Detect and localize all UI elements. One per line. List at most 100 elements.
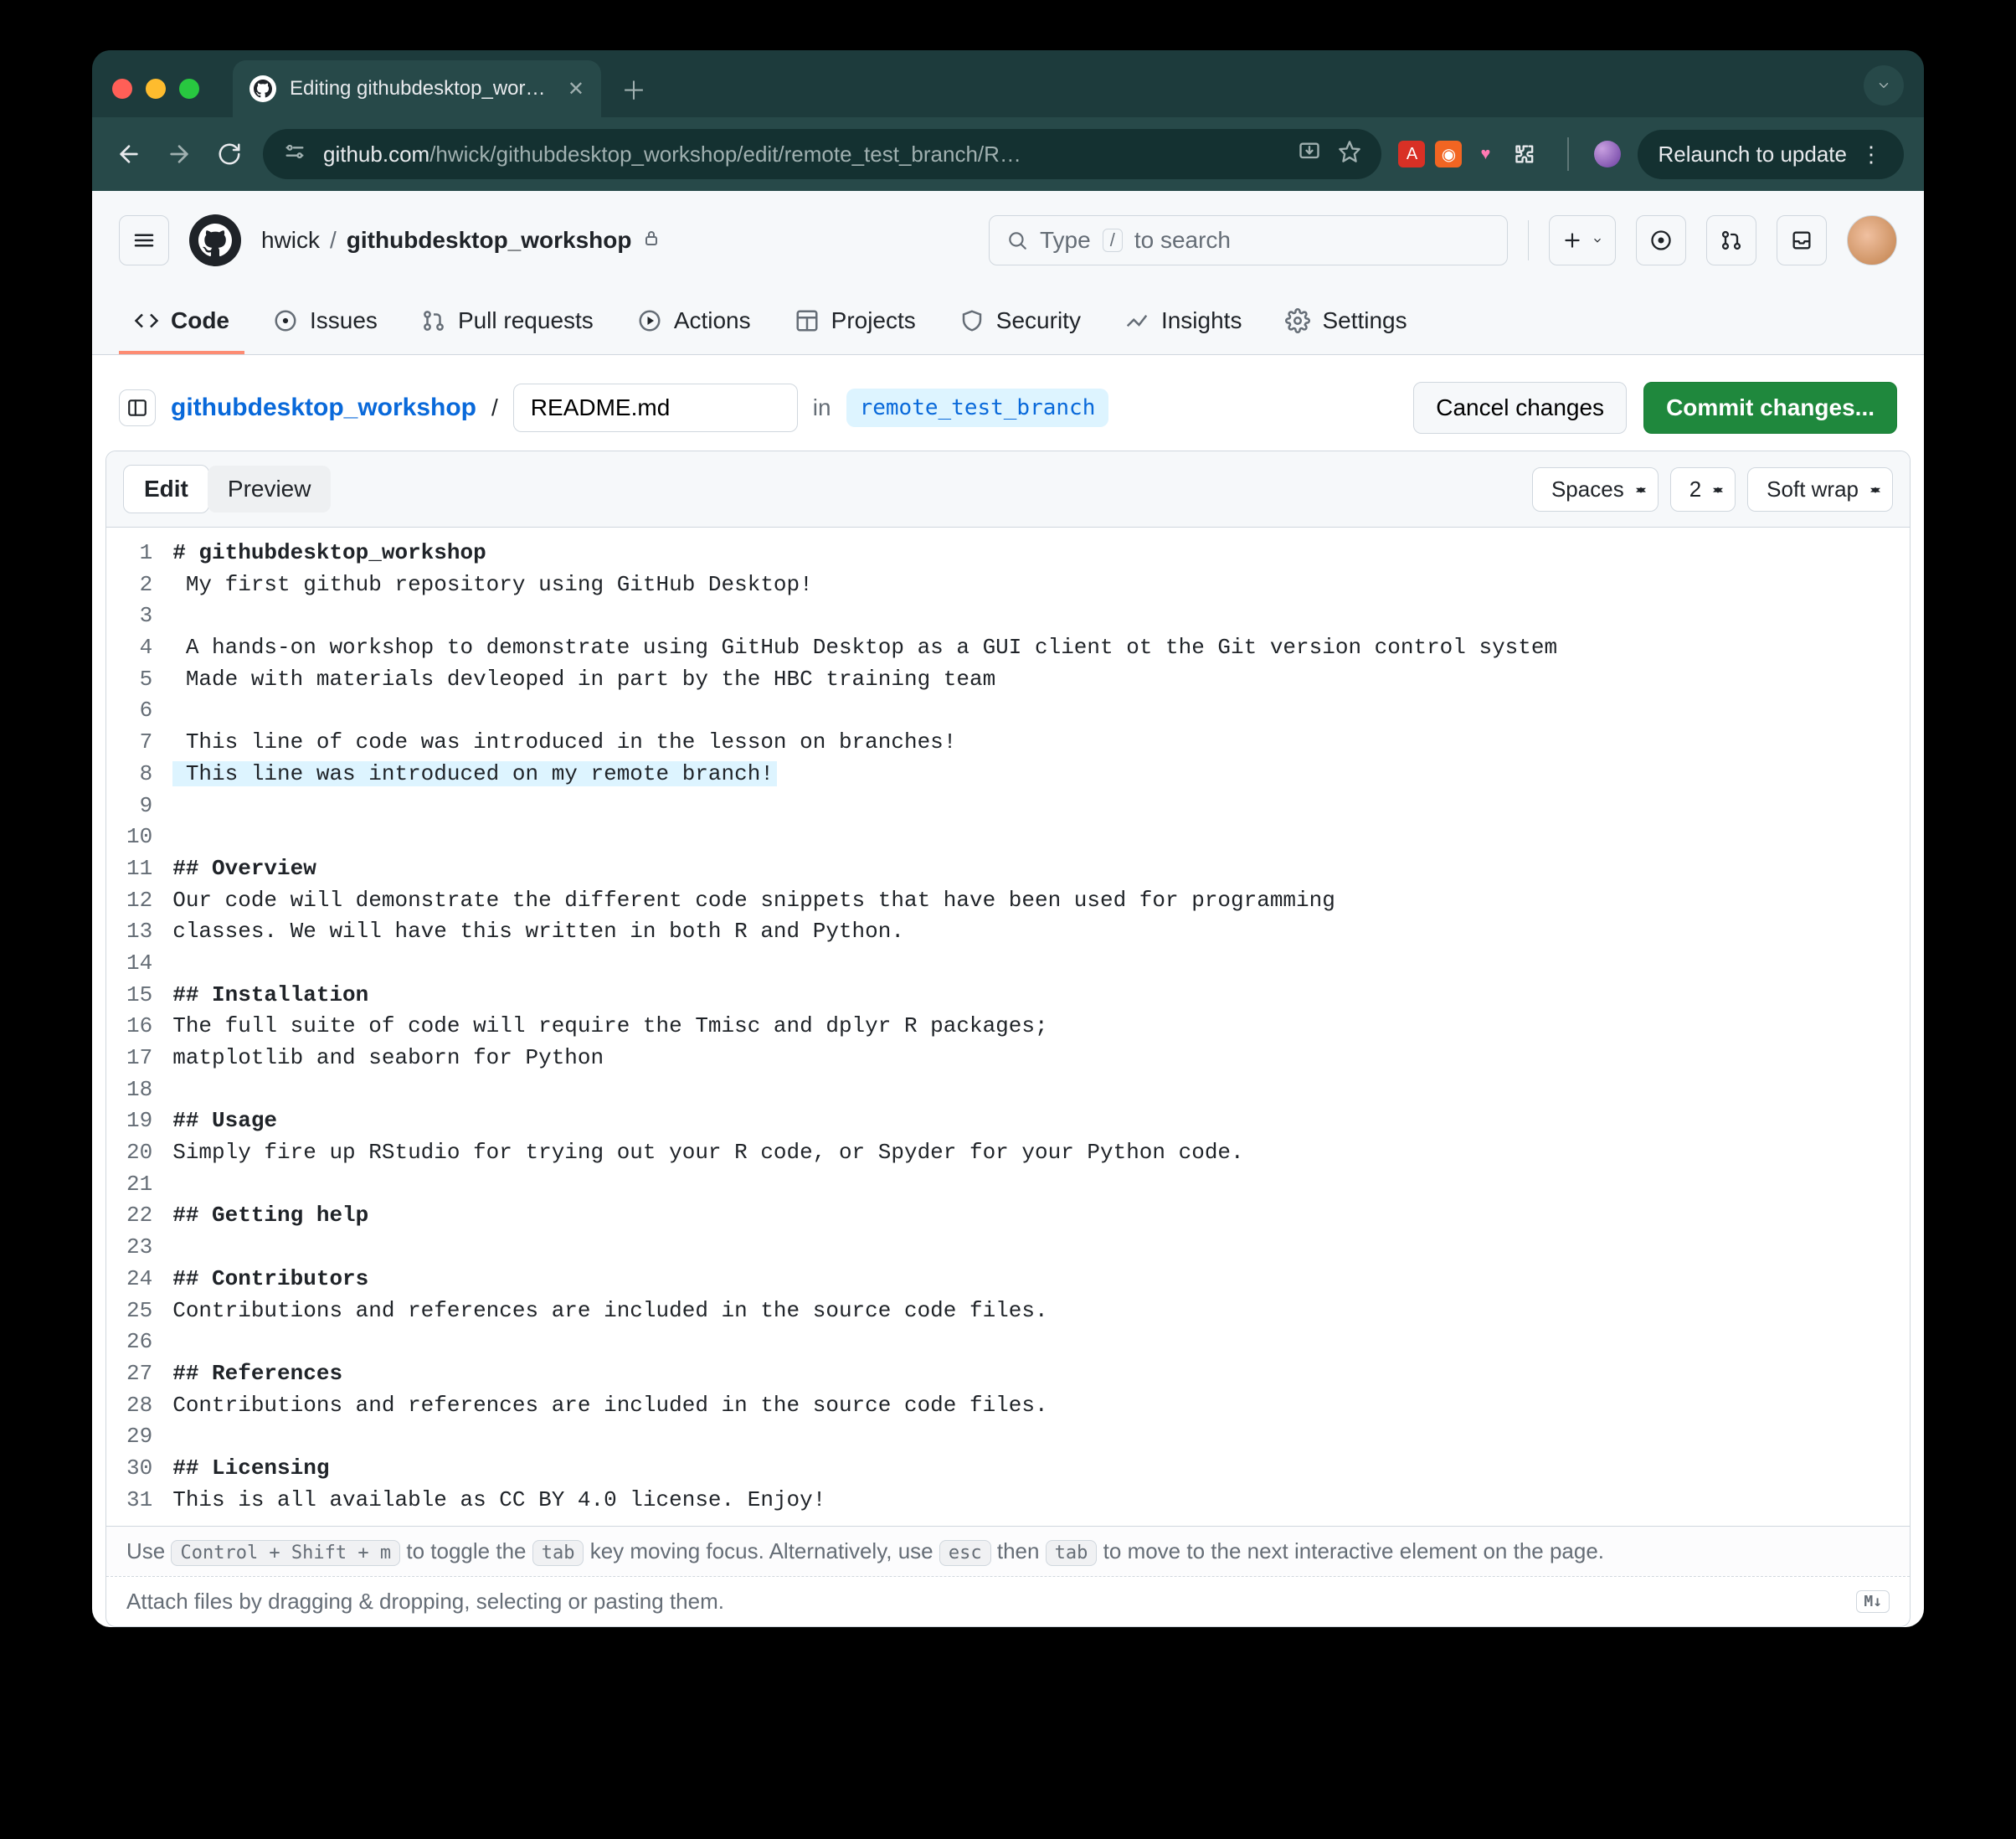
- editor-header: githubdesktop_workshop / in remote_test_…: [92, 355, 1924, 451]
- extension-ublock-icon[interactable]: ◉: [1435, 141, 1462, 167]
- repo-breadcrumb: hwick / githubdesktop_workshop: [261, 227, 661, 254]
- hint-mid3: then: [997, 1538, 1046, 1563]
- kbd-esc: esc: [939, 1540, 991, 1566]
- hint-mid2: key moving focus. Alternatively, use: [590, 1538, 939, 1563]
- code-lines[interactable]: # githubdesktop_workshop My first github…: [166, 528, 1910, 1526]
- nav-insights-label: Insights: [1161, 307, 1242, 334]
- user-avatar[interactable]: [1847, 215, 1897, 265]
- nav-insights[interactable]: Insights: [1109, 291, 1257, 354]
- file-tree-toggle[interactable]: [119, 389, 156, 426]
- owner-link[interactable]: hwick: [261, 227, 320, 254]
- browser-toolbar: github.com/hwick/githubdesktop_workshop/…: [92, 117, 1924, 191]
- cancel-changes-button[interactable]: Cancel changes: [1413, 382, 1627, 434]
- repo-nav: Code Issues Pull requests Actions Projec…: [92, 291, 1924, 355]
- inbox-button[interactable]: [1777, 215, 1827, 265]
- lock-icon: [641, 227, 661, 254]
- breadcrumb-sep: /: [330, 227, 337, 254]
- url-domain: github.com: [323, 142, 429, 167]
- nav-pulls[interactable]: Pull requests: [406, 291, 609, 354]
- tab-overflow-button[interactable]: [1864, 65, 1904, 106]
- back-button[interactable]: [112, 137, 146, 171]
- extension-adobe-icon[interactable]: A: [1398, 141, 1425, 167]
- hint-mid1: to toggle the: [406, 1538, 532, 1563]
- repo-link[interactable]: githubdesktop_workshop: [347, 227, 632, 254]
- issues-shortcut-button[interactable]: [1636, 215, 1686, 265]
- page-content: hwick / githubdesktop_workshop Type / to…: [92, 191, 1924, 1627]
- extensions-puzzle-icon[interactable]: [1509, 137, 1542, 171]
- commit-changes-button[interactable]: Commit changes...: [1643, 382, 1897, 434]
- nav-issues[interactable]: Issues: [258, 291, 393, 354]
- nav-issues-label: Issues: [310, 307, 378, 334]
- new-menu-button[interactable]: [1549, 215, 1616, 265]
- hamburger-menu-button[interactable]: [119, 215, 169, 265]
- browser-tab[interactable]: Editing githubdesktop_works… ✕: [233, 60, 601, 117]
- tab-title: Editing githubdesktop_works…: [290, 77, 554, 100]
- hint-pre: Use: [126, 1538, 171, 1563]
- editor-box: Edit Preview Spaces 2 Soft wrap 12345678…: [105, 451, 1911, 1627]
- nav-pulls-label: Pull requests: [458, 307, 594, 334]
- browser-window: Editing githubdesktop_works… ✕ ＋ github.…: [92, 50, 1924, 1627]
- maximize-window-button[interactable]: [179, 79, 199, 99]
- url-text: github.com/hwick/githubdesktop_workshop/…: [323, 142, 1281, 167]
- install-app-icon[interactable]: [1298, 140, 1321, 169]
- close-window-button[interactable]: [112, 79, 132, 99]
- line-number-gutter: 1234567891011121314151617181920212223242…: [106, 528, 166, 1526]
- kebab-icon: ⋮: [1860, 142, 1884, 167]
- search-placeholder-pre: Type: [1040, 227, 1091, 254]
- hint-post: to move to the next interactive element …: [1103, 1538, 1604, 1563]
- breadcrumb-slash: /: [491, 394, 498, 421]
- github-favicon: [249, 75, 276, 102]
- kbd-shortcut-1: Control + Shift + m: [171, 1540, 400, 1566]
- nav-code[interactable]: Code: [119, 291, 244, 354]
- profile-avatar[interactable]: [1594, 141, 1621, 167]
- reload-button[interactable]: [213, 137, 246, 171]
- kbd-tab-1: tab: [532, 1540, 584, 1566]
- nav-actions[interactable]: Actions: [622, 291, 766, 354]
- nav-settings[interactable]: Settings: [1270, 291, 1422, 354]
- toolbar-separator: [1567, 137, 1569, 171]
- minimize-window-button[interactable]: [146, 79, 166, 99]
- github-logo[interactable]: [189, 214, 241, 266]
- tab-preview[interactable]: Preview: [208, 466, 332, 513]
- nav-actions-label: Actions: [674, 307, 751, 334]
- bookmark-star-icon[interactable]: [1338, 140, 1361, 169]
- wrap-mode-select[interactable]: Soft wrap: [1747, 467, 1893, 512]
- branch-chip[interactable]: remote_test_branch: [846, 389, 1109, 427]
- filename-input[interactable]: [513, 384, 798, 432]
- caret-down-icon: [1592, 234, 1603, 246]
- github-header: hwick / githubdesktop_workshop Type / to…: [92, 191, 1924, 291]
- slash-key: /: [1103, 229, 1123, 252]
- address-bar[interactable]: github.com/hwick/githubdesktop_workshop/…: [263, 129, 1381, 179]
- markdown-badge-icon[interactable]: M↓: [1856, 1590, 1890, 1613]
- nav-settings-label: Settings: [1322, 307, 1407, 334]
- extensions: A ◉ ♥: [1398, 137, 1542, 171]
- kbd-tab-2: tab: [1046, 1540, 1098, 1566]
- pull-requests-shortcut-button[interactable]: [1706, 215, 1756, 265]
- indent-mode-select[interactable]: Spaces: [1532, 467, 1659, 512]
- nav-projects[interactable]: Projects: [779, 291, 931, 354]
- site-info-icon[interactable]: [283, 140, 306, 169]
- nav-security-label: Security: [996, 307, 1081, 334]
- new-tab-button[interactable]: ＋: [621, 70, 646, 107]
- search-placeholder-post: to search: [1134, 227, 1231, 254]
- nav-projects-label: Projects: [831, 307, 916, 334]
- extension-heart-icon[interactable]: ♥: [1472, 141, 1499, 167]
- search-icon: [1006, 229, 1028, 251]
- attach-files-row[interactable]: Attach files by dragging & dropping, sel…: [106, 1576, 1910, 1626]
- nav-security[interactable]: Security: [944, 291, 1096, 354]
- attach-text: Attach files by dragging & dropping, sel…: [126, 1589, 724, 1615]
- relaunch-button[interactable]: Relaunch to update ⋮: [1638, 130, 1904, 179]
- global-search[interactable]: Type / to search: [989, 215, 1508, 265]
- forward-button[interactable]: [162, 137, 196, 171]
- indent-size-select[interactable]: 2: [1670, 467, 1736, 512]
- relaunch-label: Relaunch to update: [1658, 142, 1847, 167]
- window-controls: [112, 79, 199, 99]
- editor-tabs: Edit Preview Spaces 2 Soft wrap: [106, 451, 1910, 528]
- code-editor[interactable]: 1234567891011121314151617181920212223242…: [106, 528, 1910, 1526]
- close-tab-icon[interactable]: ✕: [568, 77, 584, 101]
- url-path: /hwick/githubdesktop_workshop/edit/remot…: [429, 142, 1021, 167]
- tab-edit[interactable]: Edit: [123, 465, 209, 513]
- repo-breadcrumb-link[interactable]: githubdesktop_workshop: [171, 394, 476, 422]
- in-text: in: [813, 394, 831, 421]
- header-separator: [1528, 220, 1529, 260]
